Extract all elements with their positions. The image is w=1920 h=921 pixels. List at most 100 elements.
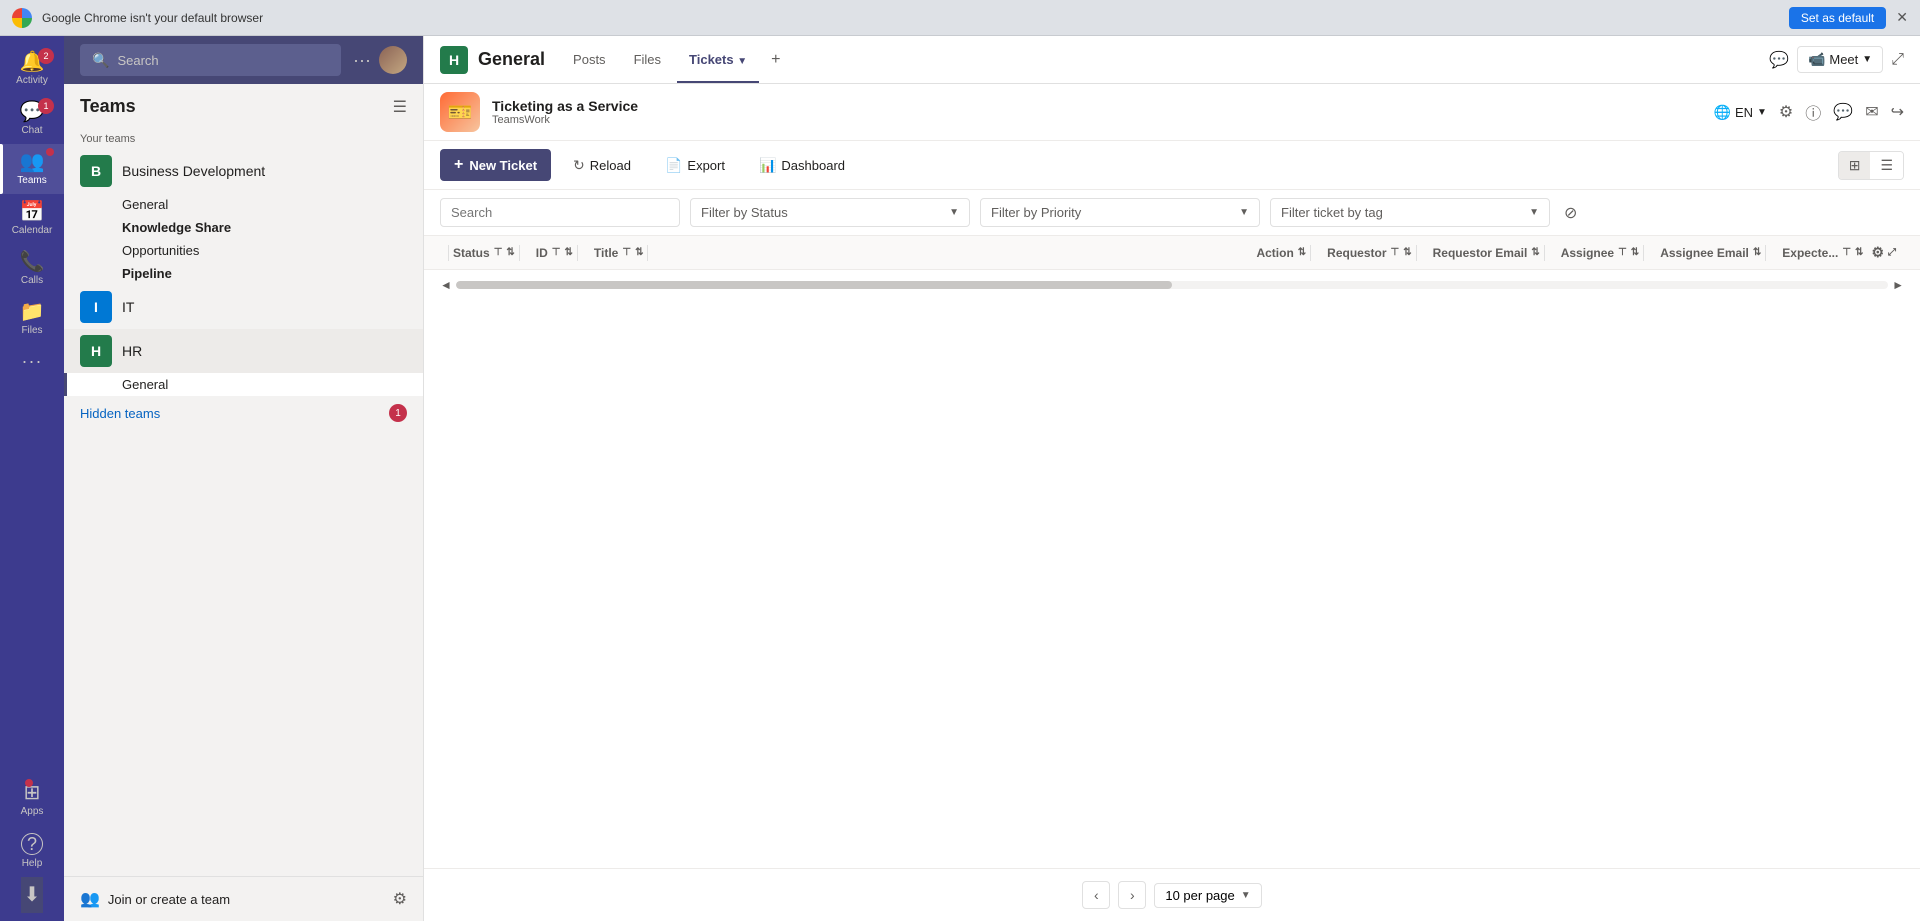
col-expected: Expecte... ⊤ ⇅ ⚙ ⤢ [1774,244,1904,261]
dashboard-button[interactable]: 📊 Dashboard [747,151,857,180]
col-status: Status ⊤ ⇅ [440,245,528,261]
col-status-filter-icon[interactable]: ⊤ [494,247,503,258]
toolbar: + New Ticket ↻ Reload 📄 Export 📊 Dashboa… [424,141,1920,190]
teams-filter-icon[interactable]: ☰ [393,97,407,117]
join-team-section[interactable]: 👥 Join or create a team ⚙ [64,876,423,921]
col-id-filter-icon[interactable]: ⊤ [552,247,561,258]
nav-item-teams[interactable]: 👥 Teams [0,144,64,194]
status-filter-select[interactable]: Filter by Status ▼ [690,198,970,227]
col-assignee-sort-icon[interactable]: ⇅ [1631,247,1639,258]
channel-item-knowledge-share[interactable]: Knowledge Share [64,216,423,239]
mail-icon-btn[interactable]: ✉ [1865,102,1878,122]
col-title-label: Title [594,246,618,260]
business-dev-name: Business Development [122,163,391,179]
chat-badge: 1 [38,98,54,114]
next-page-button[interactable]: › [1118,881,1146,909]
language-button[interactable]: 🌐 EN ▼ [1714,104,1767,121]
meet-button[interactable]: 📹 Meet ▼ [1797,46,1883,73]
col-status-sort-icon[interactable]: ⇅ [506,247,514,258]
col-assign-email-sort-icon[interactable]: ⇅ [1753,247,1761,258]
col-divider-6 [1416,245,1417,261]
nav-item-apps[interactable]: ⊞ Apps [21,775,44,825]
chrome-close-button[interactable]: ✕ [1896,9,1908,26]
top-search-input[interactable] [117,53,329,68]
col-divider-9 [1765,245,1766,261]
channel-item-opportunities[interactable]: Opportunities [64,239,423,262]
status-filter-chevron-icon: ▼ [949,207,959,218]
signout-icon-btn[interactable]: ↪ [1891,102,1904,122]
col-requestor-sort-icon[interactable]: ⇅ [1403,247,1411,258]
col-settings-icon[interactable]: ⚙ [1871,244,1884,261]
col-id: ID ⊤ ⇅ [528,245,586,261]
new-ticket-button[interactable]: + New Ticket [440,149,551,181]
col-action-sort-icon[interactable]: ⇅ [1298,247,1306,258]
per-page-label: 10 per page [1165,888,1234,903]
tab-posts[interactable]: Posts [561,38,618,83]
scroll-right-arrow[interactable]: ► [1892,278,1904,292]
col-expected-sort-icon[interactable]: ⇅ [1855,247,1863,258]
advanced-filter-icon[interactable]: ⊘ [1564,203,1577,223]
calendar-icon: 📅 [20,202,45,222]
channel-item-pipeline[interactable]: Pipeline [64,262,423,285]
nav-item-help[interactable]: ? Help [21,825,44,877]
chrome-logo [12,8,32,28]
nav-item-files[interactable]: 📁 Files [0,294,64,344]
hidden-teams-section[interactable]: Hidden teams 1 [64,396,423,430]
priority-filter-label: Filter by Priority [991,205,1081,220]
list-view-button[interactable]: ☰ [1870,152,1903,179]
scroll-left-arrow[interactable]: ◄ [440,278,452,292]
channel-item-general-hr[interactable]: General [64,373,423,396]
channel-item-general-bd[interactable]: General [64,193,423,216]
top-search-icon: 🔍 [92,52,109,69]
col-requestor-filter-icon[interactable]: ⊤ [1391,247,1400,258]
tab-add-icon[interactable]: + [763,51,788,69]
nav-item-more[interactable]: ··· [0,344,64,378]
col-expected-filter-icon[interactable]: ⊤ [1842,247,1851,258]
files-icon: 📁 [20,302,45,322]
set-default-button[interactable]: Set as default [1789,7,1886,29]
col-title-filter-icon[interactable]: ⊤ [622,247,631,258]
col-assignee-filter-icon[interactable]: ⊤ [1618,247,1627,258]
user-avatar[interactable] [379,46,407,74]
nav-item-download[interactable]: ⬇ [21,877,44,913]
more-icon: ··· [22,352,43,370]
col-req-email-sort-icon[interactable]: ⇅ [1531,247,1539,258]
col-assignee-email: Assignee Email ⇅ [1652,245,1774,261]
expand-icon-btn[interactable]: ⤢ [1891,51,1904,69]
tag-filter-select[interactable]: Filter ticket by tag ▼ [1270,198,1550,227]
col-id-sort-icon[interactable]: ⇅ [565,247,573,258]
col-expand-icon[interactable]: ⤢ [1888,247,1896,258]
top-bar-more-icon[interactable]: ··· [353,50,371,71]
col-title-sort-icon[interactable]: ⇅ [635,247,643,258]
search-filter-input[interactable] [440,198,680,227]
priority-filter-select[interactable]: Filter by Priority ▼ [980,198,1260,227]
calls-label: Calls [21,275,43,286]
nav-item-calendar[interactable]: 📅 Calendar [0,194,64,244]
export-button[interactable]: 📄 Export [653,151,737,180]
table-header: Status ⊤ ⇅ ID ⊤ ⇅ Title ⊤ ⇅ Action ⇅ [424,236,1920,270]
info-icon-btn[interactable]: ⓘ [1805,100,1821,124]
reload-label: Reload [590,158,631,173]
nav-item-activity[interactable]: 2 🔔 Activity [0,44,64,94]
message-icon-btn[interactable]: 💬 [1833,102,1853,122]
table-body-empty [424,300,1920,868]
top-bar-right: ··· [353,46,407,74]
col-divider-2 [519,245,520,261]
nav-item-chat[interactable]: 1 💬 Chat [0,94,64,144]
team-item-it[interactable]: I IT ··· [64,285,423,329]
prev-page-button[interactable]: ‹ [1082,881,1110,909]
settings-icon-btn[interactable]: ⚙ [1779,102,1793,122]
top-search-box[interactable]: 🔍 [80,44,341,76]
col-divider-5 [1310,245,1311,261]
team-item-business-dev[interactable]: B Business Development ··· [64,149,423,193]
join-settings-icon[interactable]: ⚙ [393,889,407,909]
per-page-selector[interactable]: 10 per page ▼ [1154,883,1261,908]
team-item-hr[interactable]: H HR ··· [64,329,423,373]
nav-item-calls[interactable]: 📞 Calls [0,244,64,294]
chat-icon-btn[interactable]: 💬 [1769,50,1789,70]
grid-view-button[interactable]: ⊞ [1839,152,1871,179]
activity-badge: 2 [38,48,54,64]
tab-files[interactable]: Files [622,38,673,83]
tab-tickets[interactable]: Tickets ▼ [677,38,759,83]
reload-button[interactable]: ↻ Reload [561,151,643,180]
